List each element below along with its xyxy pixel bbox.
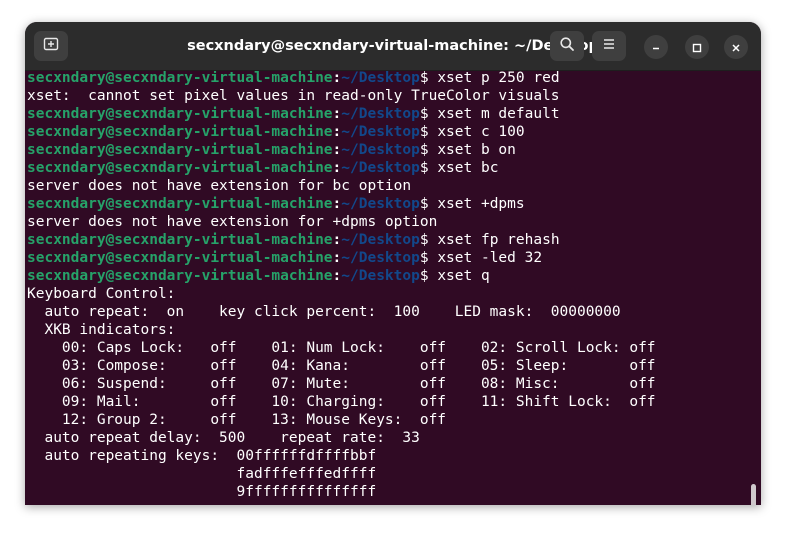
output-line: auto repeating keys: 00ffffffdffffbbf [27, 447, 656, 465]
scrollbar-thumb[interactable] [751, 484, 756, 505]
prompt-path: ~/Desktop [341, 124, 420, 140]
menu-button[interactable] [592, 31, 626, 61]
command-text: xset bc [437, 160, 499, 176]
prompt-user: secxndary@secxndary-virtual-machine [27, 142, 333, 158]
output-text: server does not have extension for bc op… [27, 178, 412, 194]
output-line: XKB indicators: [27, 321, 656, 339]
output-line: 12: Group 2: off 13: Mouse Keys: off [27, 411, 656, 429]
maximize-button[interactable] [685, 35, 709, 59]
prompt-path: ~/Desktop [341, 250, 420, 266]
prompt-symbol: $ [419, 268, 438, 284]
prompt-line: secxndary@secxndary-virtual-machine:~/De… [27, 195, 656, 213]
prompt-user: secxndary@secxndary-virtual-machine [27, 124, 333, 140]
output-text: server does not have extension for +dpms… [27, 214, 438, 230]
output-text: auto repeat: on key click percent: 100 L… [27, 304, 621, 320]
command-text: xset c 100 [437, 124, 525, 140]
command-text: xset q [437, 268, 490, 284]
prompt-line: secxndary@secxndary-virtual-machine:~/De… [27, 267, 656, 285]
prompt-colon: : [332, 124, 342, 140]
output-line: server does not have extension for +dpms… [27, 213, 656, 231]
output-line: 9fffffffffffffff [27, 483, 656, 501]
output-text: auto repeat delay: 500 repeat rate: 33 [27, 430, 420, 446]
close-icon [731, 38, 741, 57]
output-text: xset: cannot set pixel values in read-on… [27, 88, 560, 104]
maximize-icon [692, 38, 702, 57]
prompt-colon: : [332, 268, 342, 284]
prompt-colon: : [332, 232, 342, 248]
command-text: xset m default [437, 106, 560, 122]
output-line: server does not have extension for bc op… [27, 177, 656, 195]
close-button[interactable] [724, 35, 748, 59]
prompt-path: ~/Desktop [341, 160, 420, 176]
output-text: XKB indicators: [27, 322, 176, 338]
prompt-line: secxndary@secxndary-virtual-machine:~/De… [27, 141, 656, 159]
terminal-lines: secxndary@secxndary-virtual-machine:~/De… [27, 71, 656, 501]
prompt-line: secxndary@secxndary-virtual-machine:~/De… [27, 71, 656, 87]
output-line: 09: Mail: off 10: Charging: off 11: Shif… [27, 393, 656, 411]
prompt-user: secxndary@secxndary-virtual-machine [27, 268, 333, 284]
prompt-line: secxndary@secxndary-virtual-machine:~/De… [27, 105, 656, 123]
prompt-symbol: $ [419, 142, 438, 158]
command-text: xset p 250 red [437, 71, 560, 86]
output-line: fadfffefffedffff [27, 465, 656, 483]
output-text: 09: Mail: off 10: Charging: off 11: Shif… [27, 394, 656, 410]
prompt-symbol: $ [419, 160, 438, 176]
output-line: 03: Compose: off 04: Kana: off 05: Sleep… [27, 357, 656, 375]
prompt-line: secxndary@secxndary-virtual-machine:~/De… [27, 123, 656, 141]
prompt-colon: : [332, 196, 342, 212]
prompt-path: ~/Desktop [341, 268, 420, 284]
prompt-line: secxndary@secxndary-virtual-machine:~/De… [27, 231, 656, 249]
hamburger-menu-icon [601, 36, 617, 56]
minimize-button[interactable] [644, 35, 668, 59]
prompt-colon: : [332, 250, 342, 266]
output-line: Keyboard Control: [27, 285, 656, 303]
search-icon [559, 36, 575, 56]
prompt-symbol: $ [419, 106, 438, 122]
output-line: auto repeat: on key click percent: 100 L… [27, 303, 656, 321]
output-line: 00: Caps Lock: off 01: Num Lock: off 02:… [27, 339, 656, 357]
prompt-user: secxndary@secxndary-virtual-machine [27, 250, 333, 266]
command-text: xset fp rehash [437, 232, 560, 248]
command-text: xset b on [437, 142, 516, 158]
prompt-user: secxndary@secxndary-virtual-machine [27, 106, 333, 122]
command-text: xset +dpms [437, 196, 525, 212]
output-text: 06: Suspend: off 07: Mute: off 08: Misc:… [27, 376, 656, 392]
prompt-path: ~/Desktop [341, 71, 420, 86]
prompt-path: ~/Desktop [341, 106, 420, 122]
prompt-symbol: $ [419, 232, 438, 248]
terminal-window: secxndary@secxndary-virtual-machine: ~/D… [25, 22, 761, 505]
output-line: auto repeat delay: 500 repeat rate: 33 [27, 429, 656, 447]
output-text: Keyboard Control: [27, 286, 176, 302]
prompt-symbol: $ [419, 196, 438, 212]
output-text: 9fffffffffffffff [27, 484, 377, 500]
output-text: auto repeating keys: 00ffffffdffffbbf [27, 448, 377, 464]
prompt-user: secxndary@secxndary-virtual-machine [27, 160, 333, 176]
prompt-user: secxndary@secxndary-virtual-machine [27, 232, 333, 248]
command-text: xset -led 32 [437, 250, 543, 266]
output-text: 12: Group 2: off 13: Mouse Keys: off [27, 412, 447, 428]
prompt-path: ~/Desktop [341, 232, 420, 248]
terminal-output[interactable]: secxndary@secxndary-virtual-machine:~/De… [25, 71, 761, 505]
search-button[interactable] [550, 31, 584, 61]
title-bar[interactable]: secxndary@secxndary-virtual-machine: ~/D… [25, 22, 761, 71]
output-line: 06: Suspend: off 07: Mute: off 08: Misc:… [27, 375, 656, 393]
minimize-icon [651, 38, 661, 57]
output-text: 03: Compose: off 04: Kana: off 05: Sleep… [27, 358, 656, 374]
output-line: xset: cannot set pixel values in read-on… [27, 87, 656, 105]
prompt-colon: : [332, 71, 342, 86]
output-text: 00: Caps Lock: off 01: Num Lock: off 02:… [27, 340, 656, 356]
prompt-line: secxndary@secxndary-virtual-machine:~/De… [27, 159, 656, 177]
prompt-symbol: $ [419, 71, 438, 86]
prompt-user: secxndary@secxndary-virtual-machine [27, 71, 333, 86]
prompt-colon: : [332, 160, 342, 176]
prompt-path: ~/Desktop [341, 196, 420, 212]
prompt-colon: : [332, 142, 342, 158]
prompt-colon: : [332, 106, 342, 122]
output-text: fadfffefffedffff [27, 466, 377, 482]
prompt-symbol: $ [419, 250, 438, 266]
prompt-path: ~/Desktop [341, 142, 420, 158]
prompt-symbol: $ [419, 124, 438, 140]
prompt-line: secxndary@secxndary-virtual-machine:~/De… [27, 249, 656, 267]
prompt-user: secxndary@secxndary-virtual-machine [27, 196, 333, 212]
